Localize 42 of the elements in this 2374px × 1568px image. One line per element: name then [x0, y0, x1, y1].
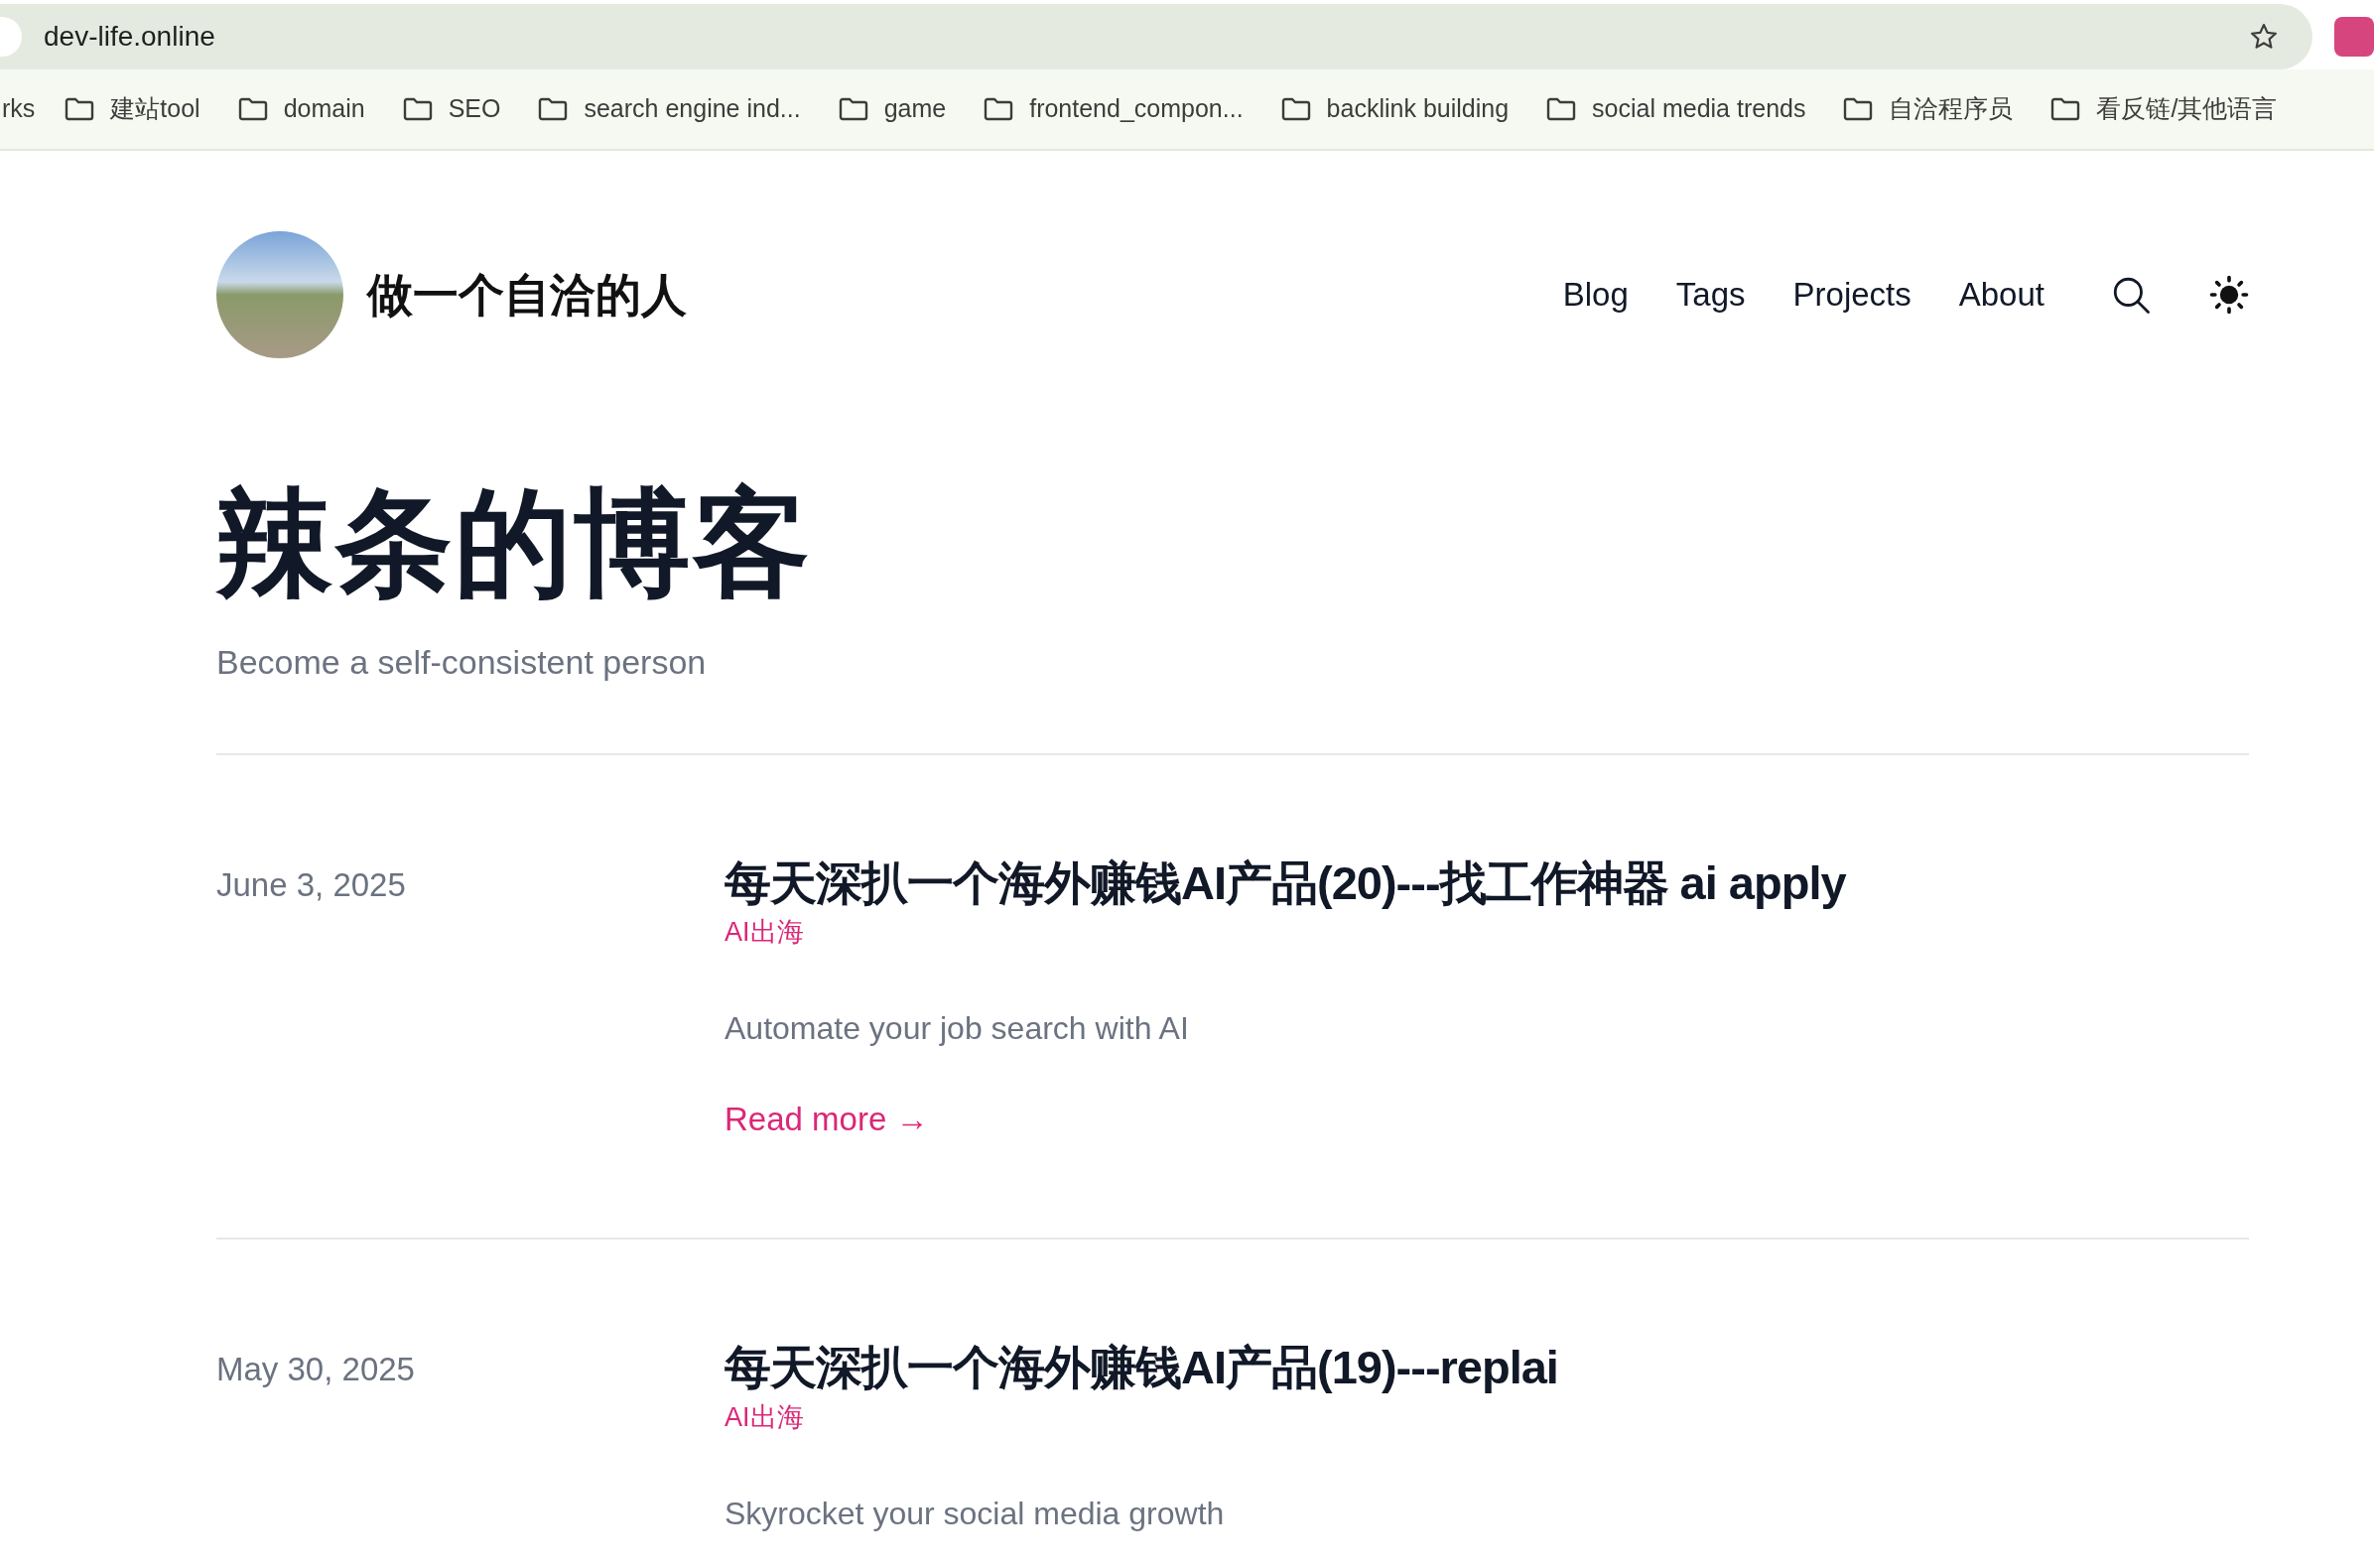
post-title[interactable]: 每天深扒一个海外赚钱AI产品(19)---replai: [725, 1339, 2249, 1398]
post-title[interactable]: 每天深扒一个海外赚钱AI产品(20)---找工作神器 ai apply: [725, 853, 2249, 913]
bookmark-item[interactable]: backlink building: [1280, 90, 1510, 128]
post-summary: Skyrocket your social media growth: [725, 1494, 1226, 1533]
page-title: 辣条的博客: [216, 476, 813, 610]
post-tag[interactable]: AI出海: [725, 1397, 804, 1438]
page-subtitle: Become a self-consistent person: [216, 641, 708, 683]
bookmark-item[interactable]: domain: [237, 90, 365, 128]
folder-icon: [1280, 97, 1311, 121]
star-icon[interactable]: [2249, 22, 2279, 52]
address-bar[interactable]: dev-life.online: [0, 4, 2312, 69]
post-summary: Automate your job search with AI: [725, 1008, 1190, 1048]
read-more-link[interactable]: Read more →: [725, 1094, 929, 1144]
folder-icon: [1546, 97, 1577, 121]
bookmark-item[interactable]: frontend_compon...: [984, 90, 1244, 128]
post-date: May 30, 2025: [216, 1350, 416, 1390]
bookmark-item[interactable]: rks: [2, 90, 36, 128]
folder-icon: [538, 97, 569, 121]
extension-icon[interactable]: [2334, 17, 2374, 57]
site-title[interactable]: 做一个自洽的人: [367, 260, 687, 329]
folder-icon: [402, 97, 433, 121]
nav-link[interactable]: Tags: [1675, 270, 1746, 320]
folder-icon: [984, 97, 1014, 121]
folder-icon: [237, 97, 268, 121]
folder-icon: [838, 97, 868, 121]
nav-link[interactable]: Blog: [1562, 270, 1629, 320]
bookmark-item[interactable]: 看反链/其他语言: [2050, 90, 2278, 128]
folder-icon: [65, 97, 95, 121]
bookmark-item[interactable]: SEO: [402, 90, 501, 128]
post-tag[interactable]: AI出海: [725, 912, 804, 953]
bookmark-item[interactable]: search engine ind...: [538, 90, 801, 128]
bookmark-item[interactable]: game: [838, 90, 947, 128]
folder-icon: [2050, 97, 2081, 121]
url-text: dev-life.online: [44, 20, 215, 54]
folder-icon: [1843, 97, 1874, 121]
bookmark-item[interactable]: social media trends: [1546, 90, 1806, 128]
bookmark-item[interactable]: 建站tool: [65, 90, 200, 128]
post-date: June 3, 2025: [216, 864, 407, 905]
nav-link[interactable]: About: [1958, 270, 2044, 320]
sun-icon[interactable]: [2209, 275, 2249, 315]
bookmark-item[interactable]: 自洽程序员: [1843, 90, 2014, 128]
nav-link[interactable]: Projects: [1792, 270, 1912, 320]
